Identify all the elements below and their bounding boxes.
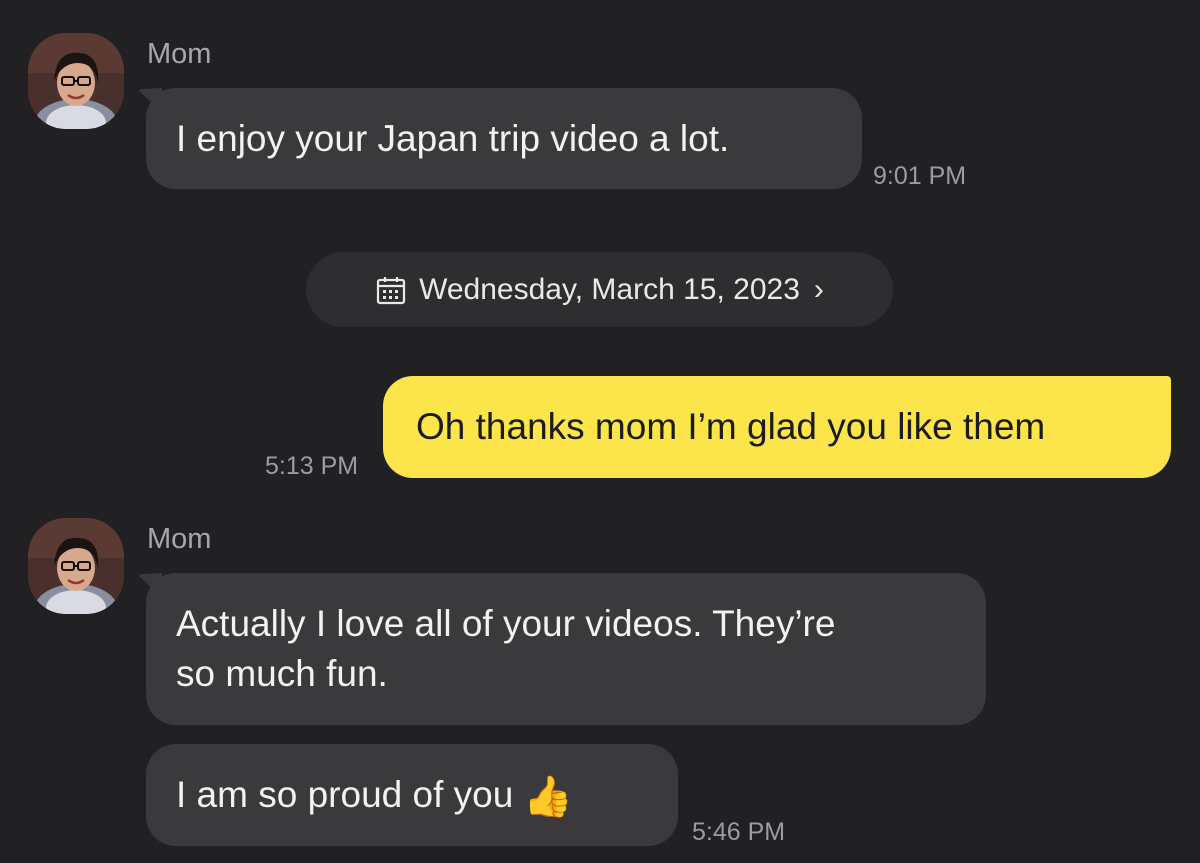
sender-name: Mom	[147, 38, 212, 70]
message-text: I am so proud of you	[176, 774, 514, 815]
message-bubble[interactable]: Oh thanks mom I’m glad you like them	[383, 376, 1171, 478]
message-timestamp: 5:13 PM	[265, 452, 359, 480]
message-bubble[interactable]: I enjoy your Japan trip video a lot.	[146, 88, 862, 189]
message-text: Oh thanks mom I’m glad you like them	[416, 406, 1046, 447]
message-bubble[interactable]: I am so proud of you 👍	[146, 744, 678, 846]
thumbs-up-icon: 👍	[523, 774, 574, 820]
message-text: I enjoy your Japan trip video a lot.	[176, 118, 730, 159]
message-bubble[interactable]: Actually I love all of your videos. They…	[146, 573, 986, 725]
message-text-line: Actually I love all of your videos. They…	[176, 603, 836, 644]
message-text-line: so much fun.	[176, 653, 388, 694]
date-separator[interactable]: Wednesday, March 15, 2023 ›	[306, 252, 893, 327]
sender-name: Mom	[147, 523, 212, 555]
chat-window: Mom I enjoy your Japan trip video a lot.…	[0, 0, 1200, 863]
calendar-icon	[375, 274, 407, 306]
avatar[interactable]	[28, 33, 124, 129]
avatar[interactable]	[28, 518, 124, 614]
chevron-right-icon: ›	[813, 272, 824, 306]
message-timestamp: 5:46 PM	[692, 818, 786, 846]
date-label: Wednesday, March 15, 2023	[419, 272, 800, 306]
message-timestamp: 9:01 PM	[873, 162, 967, 190]
